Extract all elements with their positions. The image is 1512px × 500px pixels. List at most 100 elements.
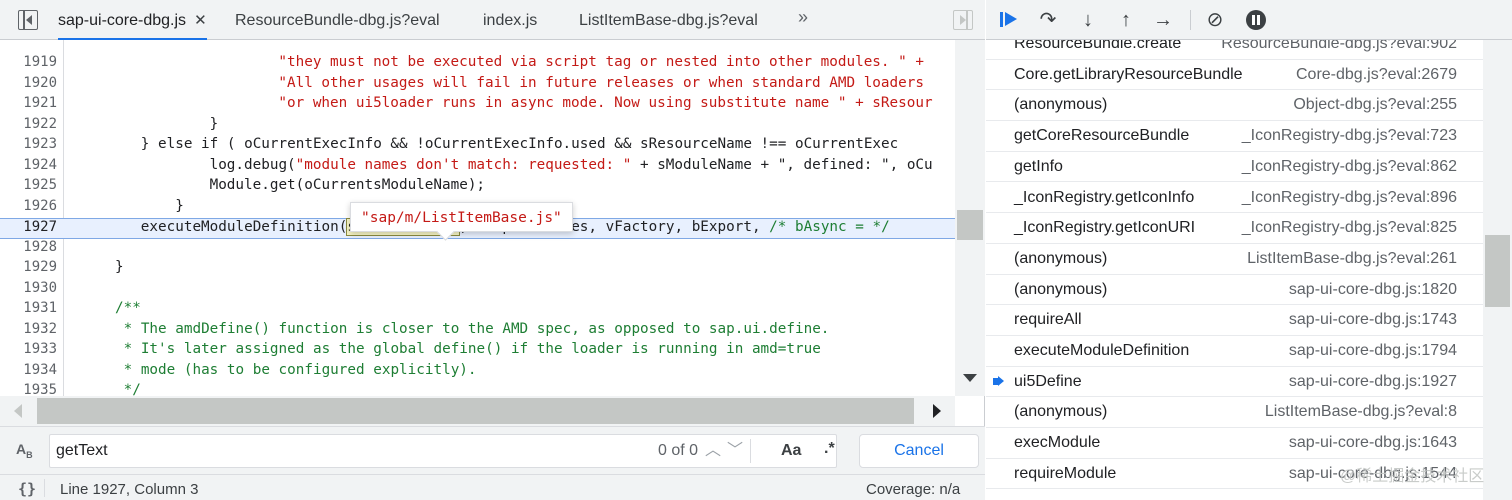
step-icon[interactable]: → bbox=[1150, 8, 1176, 32]
code-line[interactable]: 1929} bbox=[0, 259, 955, 280]
scroll-thumb[interactable] bbox=[1485, 235, 1510, 307]
frame-location[interactable]: _IconRegistry-dbg.js?eval:896 bbox=[1242, 189, 1457, 207]
call-frame[interactable]: (anonymous) ListItemBase-dbg.js?eval:8 bbox=[986, 397, 1483, 429]
line-number[interactable]: 1933 bbox=[0, 341, 57, 357]
line-number[interactable]: 1919 bbox=[0, 54, 57, 70]
close-icon[interactable]: ✕ bbox=[194, 0, 207, 42]
scroll-down-arrow-icon[interactable] bbox=[963, 374, 977, 382]
line-number[interactable]: 1931 bbox=[0, 300, 57, 316]
code-line[interactable]: 1922} bbox=[0, 116, 955, 137]
line-number[interactable]: 1923 bbox=[0, 136, 57, 152]
call-frame-current[interactable]: ui5Define sap-ui-core-dbg.js:1927 bbox=[986, 367, 1483, 398]
next-match-icon[interactable]: ﹀ bbox=[724, 439, 746, 463]
toggle-debugger-icon[interactable] bbox=[953, 10, 973, 30]
line-number[interactable]: 1927 bbox=[0, 219, 57, 235]
frame-location[interactable]: sap-ui-core-dbg.js:1643 bbox=[1289, 434, 1457, 452]
editor-vertical-scrollbar[interactable] bbox=[955, 40, 985, 396]
frame-location[interactable]: sap-ui-core-dbg.js:1820 bbox=[1289, 281, 1457, 299]
code-line[interactable]: 1928 bbox=[0, 239, 955, 260]
previous-match-icon[interactable]: ︿ bbox=[702, 439, 724, 463]
cancel-button[interactable]: Cancel bbox=[859, 434, 979, 468]
line-number[interactable]: 1924 bbox=[0, 157, 57, 173]
code-line[interactable]: 1931 /** bbox=[0, 300, 955, 321]
code-line[interactable]: 1919 "they must not be executed via scrip… bbox=[0, 54, 955, 75]
tab-index[interactable]: index.js bbox=[483, 0, 537, 40]
code-line[interactable]: 1934 * mode (has to be configured explic… bbox=[0, 362, 955, 383]
code-token: Module.get(oCurrent bbox=[209, 177, 374, 193]
line-number[interactable]: 1926 bbox=[0, 198, 57, 214]
frame-location[interactable]: ResourceBundle-dbg.js?eval:902 bbox=[1221, 40, 1457, 53]
call-frame[interactable]: _IconRegistry.getIconURI _IconRegistry-db… bbox=[986, 213, 1483, 244]
line-number[interactable]: 1932 bbox=[0, 321, 57, 337]
frame-location[interactable]: sap-ui-core-dbg.js:1794 bbox=[1289, 342, 1457, 360]
line-number[interactable]: 1929 bbox=[0, 259, 57, 275]
scroll-left-arrow-icon[interactable] bbox=[14, 404, 22, 418]
tab-label: index.js bbox=[483, 12, 538, 29]
deactivate-breakpoints-icon[interactable]: ⊘ bbox=[1202, 8, 1228, 32]
code-line[interactable]: 1923} else if ( oCurrentExecInfo && !oCu… bbox=[0, 136, 955, 157]
match-case-button[interactable]: Aa bbox=[781, 442, 801, 460]
code-line[interactable]: 1933 * It's later assigned as the global… bbox=[0, 341, 955, 362]
frame-location[interactable]: ListItemBase-dbg.js?eval:8 bbox=[1265, 403, 1457, 421]
line-number[interactable]: 1920 bbox=[0, 75, 57, 91]
code-line[interactable]: 1924 log.debug("module names don't match:… bbox=[0, 157, 955, 178]
frame-function: (anonymous) bbox=[1014, 280, 1108, 298]
line-number[interactable]: 1934 bbox=[0, 362, 57, 378]
code-line[interactable]: 1935 */ bbox=[0, 382, 955, 396]
pause-on-exceptions-icon[interactable] bbox=[1243, 8, 1269, 32]
tab-list-item-base[interactable]: ListItemBase-dbg.js?eval bbox=[579, 0, 758, 40]
call-frame[interactable]: (anonymous) ListItemBase-dbg.js?eval:261 bbox=[986, 244, 1483, 275]
frame-location[interactable]: Core-dbg.js?eval:2679 bbox=[1296, 66, 1457, 84]
step-out-icon[interactable]: ↑ bbox=[1113, 8, 1139, 32]
step-into-icon[interactable]: ↓ bbox=[1075, 8, 1101, 32]
code-line[interactable]: 1921 "or when ui5loader runs in async mod… bbox=[0, 95, 955, 116]
call-frame[interactable]: requireAll sap-ui-core-dbg.js:1743 bbox=[986, 305, 1483, 336]
scroll-thumb[interactable] bbox=[37, 398, 914, 424]
call-frame[interactable]: ResourceBundle.create ResourceBundle-dbg.… bbox=[986, 40, 1483, 60]
frame-location[interactable]: Object-dbg.js?eval:255 bbox=[1293, 96, 1457, 114]
frame-location[interactable]: sap-ui-core-dbg.js:1927 bbox=[1289, 373, 1457, 391]
line-source: } bbox=[210, 116, 219, 132]
call-frame[interactable]: execModule sap-ui-core-dbg.js:1643 bbox=[986, 428, 1483, 459]
tab-sap-ui-core[interactable]: sap-ui-core-dbg.js ✕ bbox=[58, 0, 207, 40]
pretty-print-icon[interactable]: {} bbox=[18, 480, 36, 498]
line-number[interactable]: 1922 bbox=[0, 116, 57, 132]
code-line[interactable]: 1918"modules that use an anonymous defin… bbox=[0, 40, 955, 41]
tab-overflow-chevron-icon[interactable]: » bbox=[798, 7, 808, 28]
code-line[interactable]: 1930 bbox=[0, 280, 955, 301]
code-line[interactable]: 1925 Module.get(oCurrentsModuleName); bbox=[0, 177, 955, 198]
line-number[interactable]: 1930 bbox=[0, 280, 57, 296]
line-number[interactable]: 1928 bbox=[0, 239, 57, 255]
call-frame[interactable]: (anonymous) Object-dbg.js?eval:255 bbox=[986, 90, 1483, 122]
tab-resource-bundle[interactable]: ResourceBundle-dbg.js?eval bbox=[235, 0, 440, 40]
frame-location[interactable]: sap-ui-core-dbg.js:1743 bbox=[1289, 311, 1457, 329]
frame-location[interactable]: ListItemBase-dbg.js?eval:261 bbox=[1247, 250, 1457, 268]
step-over-icon[interactable]: ↷ bbox=[1035, 8, 1061, 32]
code-line[interactable]: 1932 * The amdDefine() function is close… bbox=[0, 321, 955, 342]
toggle-navigator-icon[interactable] bbox=[18, 10, 38, 30]
line-number[interactable]: 1921 bbox=[0, 95, 57, 111]
call-stack-scrollbar[interactable] bbox=[1483, 40, 1512, 500]
frame-location[interactable]: _IconRegistry-dbg.js?eval:862 bbox=[1242, 158, 1457, 176]
line-source: * It's later assigned as the global defi… bbox=[115, 341, 821, 357]
regex-button[interactable]: .* bbox=[824, 440, 835, 458]
line-number[interactable]: 1925 bbox=[0, 177, 57, 193]
frame-location[interactable]: _IconRegistry-dbg.js?eval:723 bbox=[1242, 127, 1457, 145]
code-editor[interactable]: 1918"modules that use an anonymous defin… bbox=[0, 40, 955, 396]
call-frame[interactable]: (anonymous) sap-ui-core-dbg.js:1820 bbox=[986, 275, 1483, 306]
call-frame[interactable]: getCoreResourceBundle _IconRegistry-dbg.j… bbox=[986, 121, 1483, 152]
frame-location[interactable]: _IconRegistry-dbg.js?eval:825 bbox=[1242, 219, 1457, 237]
scroll-right-arrow-icon[interactable] bbox=[933, 404, 941, 418]
search-input[interactable] bbox=[50, 435, 610, 467]
scroll-thumb[interactable] bbox=[957, 210, 983, 240]
call-frame[interactable]: getInfo _IconRegistry-dbg.js?eval:862 bbox=[986, 152, 1483, 183]
call-frame[interactable]: _IconRegistry.getIconInfo _IconRegistry-d… bbox=[986, 183, 1483, 214]
call-frame[interactable]: executeModuleDefinition sap-ui-core-dbg.j… bbox=[986, 336, 1483, 367]
resume-icon[interactable] bbox=[998, 8, 1024, 32]
replace-toggle-icon[interactable]: AB bbox=[16, 441, 33, 460]
call-frame[interactable]: Core.getLibraryResourceBundle Core-dbg.js… bbox=[986, 60, 1483, 91]
line-number[interactable]: 1935 bbox=[0, 382, 57, 396]
line-source: "they must not be executed via script ta… bbox=[278, 54, 924, 70]
code-line[interactable]: 1920 "All other usages will fail in futur… bbox=[0, 75, 955, 96]
editor-horizontal-scrollbar[interactable] bbox=[0, 396, 955, 426]
